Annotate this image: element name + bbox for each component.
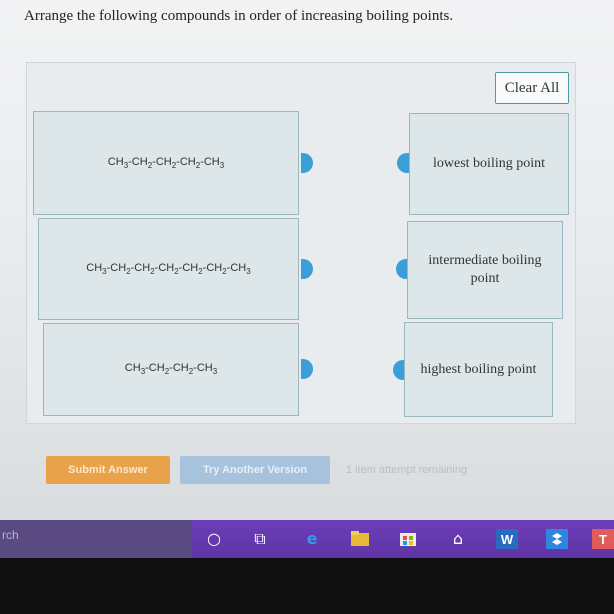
formula-group: CH — [86, 261, 103, 274]
formula-group: -CH — [152, 155, 172, 168]
try-another-version-button[interactable]: Try Another Version — [180, 456, 330, 484]
formula-group: -CH — [176, 155, 196, 168]
app-t-icon[interactable]: T — [592, 529, 614, 549]
word-icon[interactable]: W — [496, 529, 518, 549]
dropbox-icon[interactable] — [546, 529, 568, 549]
target-highest-boiling-point[interactable]: highest boiling point — [404, 322, 553, 417]
task-view-icon[interactable]: ⧉ — [250, 529, 270, 549]
submit-answer-button[interactable]: Submit Answer — [46, 456, 170, 484]
screen-bezel — [0, 558, 614, 614]
clear-all-button[interactable]: Clear All — [495, 72, 569, 104]
compound-pentane[interactable]: CH3-CH2-CH2-CH2-CH3 — [33, 111, 299, 215]
formula-subscript: 3 — [212, 367, 218, 377]
file-explorer-icon[interactable] — [350, 529, 370, 549]
formula-group: -CH — [226, 261, 247, 274]
store-icon[interactable] — [398, 529, 418, 549]
question-text: Arrange the following compounds in order… — [24, 8, 454, 24]
formula-group: -CH — [178, 261, 199, 274]
formula-group: -CH — [202, 261, 223, 274]
compound-formula: CH3-CH2-CH2-CH2-CH2-CH2-CH3 — [86, 262, 250, 276]
browser-viewport: Arrange the following compounds in order… — [0, 0, 614, 520]
formula-group: -CH — [106, 261, 127, 274]
formula-group: -CH — [200, 155, 220, 168]
target-lowest-boiling-point[interactable]: lowest boiling point — [409, 113, 569, 215]
edge-browser-icon[interactable]: e — [302, 529, 322, 549]
formula-subscript: 3 — [246, 267, 251, 277]
target-intermediate-boiling-point[interactable]: intermediate boiling point — [407, 221, 563, 319]
cortana-icon[interactable]: ○ — [204, 529, 224, 549]
formula-subscript: 3 — [219, 161, 225, 171]
svg-text:W: W — [501, 532, 514, 547]
formula-group: CH — [124, 362, 141, 375]
compound-butane[interactable]: CH3-CH2-CH2-CH3 — [43, 323, 299, 416]
formula-group: -CH — [154, 261, 175, 274]
taskbar-search-input[interactable]: rch — [0, 520, 192, 558]
formula-group: -CH — [145, 362, 165, 375]
formula-group: -CH — [130, 261, 151, 274]
formula-group: -CH — [169, 362, 189, 375]
compound-formula: CH3-CH2-CH2-CH3 — [125, 362, 217, 376]
formula-group: CH — [107, 155, 124, 168]
taskbar: rch ○ ⧉ e ⌂ W T — [0, 520, 614, 558]
attempts-remaining-text: 1 item attempt remaining — [346, 464, 468, 476]
formula-group: -CH — [193, 362, 213, 375]
formula-group: -CH — [128, 155, 148, 168]
compound-formula: CH3-CH2-CH2-CH2-CH3 — [108, 156, 224, 170]
compound-heptane[interactable]: CH3-CH2-CH2-CH2-CH2-CH2-CH3 — [38, 218, 299, 320]
svg-text:T: T — [599, 532, 607, 547]
home-icon[interactable]: ⌂ — [448, 529, 468, 549]
